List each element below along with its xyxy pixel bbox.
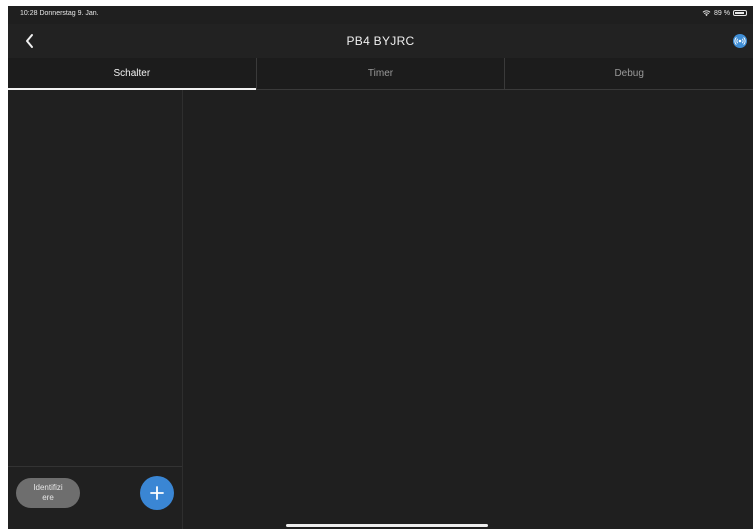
sidebar-footer: Identifizi ere (8, 466, 182, 529)
battery-icon (733, 10, 747, 16)
tab-debug[interactable]: Debug (504, 58, 753, 89)
app-window: 10:28 Donnerstag 9. Jan. 89 % PB4 BYJRC (8, 6, 753, 529)
identify-button[interactable]: Identifizi ere (16, 478, 80, 508)
plus-icon (150, 486, 164, 500)
status-indicators: 89 % (702, 9, 747, 17)
detail-pane (183, 90, 753, 529)
tab-bar: Schalter Timer Debug (8, 58, 753, 90)
tab-timer[interactable]: Timer (255, 58, 505, 89)
connection-button[interactable] (733, 34, 747, 48)
navigation-bar: PB4 BYJRC (8, 24, 753, 58)
add-button[interactable] (140, 476, 174, 510)
status-bar: 10:28 Donnerstag 9. Jan. 89 % (8, 6, 753, 24)
wifi-icon (702, 10, 711, 17)
switch-list[interactable] (8, 90, 182, 467)
status-time-date: 10:28 Donnerstag 9. Jan. (20, 10, 99, 17)
page-title: PB4 BYJRC (346, 34, 415, 48)
home-indicator[interactable] (286, 524, 488, 527)
broadcast-icon (734, 37, 746, 45)
tab-schalter[interactable]: Schalter (8, 58, 256, 90)
battery-percent: 89 % (714, 9, 730, 17)
battery-fill (735, 12, 744, 14)
switch-list-sidebar: Identifizi ere (8, 90, 183, 529)
